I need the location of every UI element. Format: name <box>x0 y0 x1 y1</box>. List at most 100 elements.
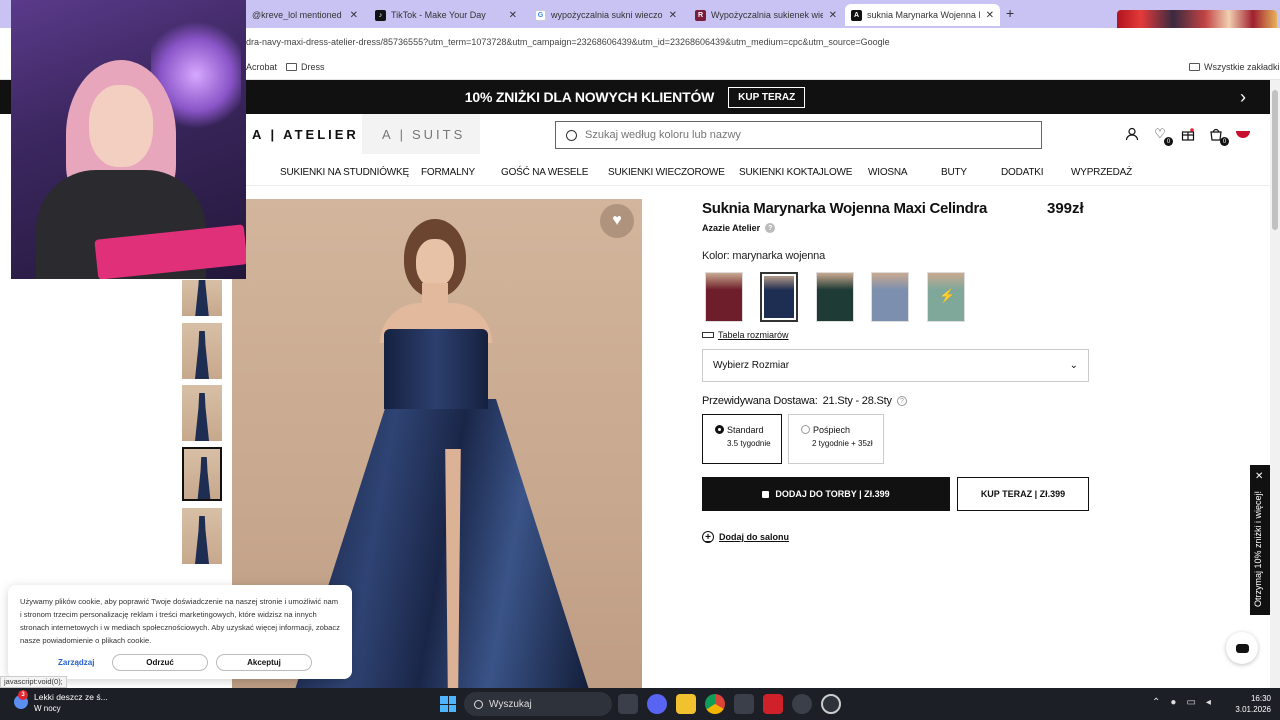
microphone-icon[interactable]: ● <box>1170 697 1176 708</box>
shipping-option-rush[interactable]: Pośpiech 2 tygodnie + 35zł <box>788 414 884 464</box>
scrollbar-thumb[interactable] <box>1272 90 1278 230</box>
bookmark-acrobat[interactable]: Acrobat <box>246 62 277 72</box>
favorite-heart-button[interactable]: ♥ <box>600 204 634 238</box>
thumbnail-selected[interactable] <box>182 447 222 501</box>
shipping-name: Standard <box>727 425 764 435</box>
taskbar-search[interactable]: Wyszukaj <box>464 692 612 716</box>
cookie-accept-button[interactable]: Akceptuj <box>216 654 312 671</box>
cookie-text: Używamy plików cookie, aby poprawić Twoj… <box>20 597 340 645</box>
chat-button[interactable] <box>1226 632 1258 664</box>
nav-wedding-guest[interactable]: GOŚĆ NA WESELE <box>501 167 588 178</box>
tab-title: @kreve_lol mentioned you <box>252 10 344 20</box>
nav-spring[interactable]: WIOSNA <box>868 167 908 178</box>
close-tab-icon[interactable]: ✕ <box>509 10 517 21</box>
chrome-icon[interactable] <box>705 694 725 714</box>
chevron-right-icon[interactable]: › <box>1240 87 1246 108</box>
plus-circle-icon: + <box>702 531 714 543</box>
file-explorer-icon[interactable] <box>676 694 696 714</box>
new-tab-button[interactable]: + <box>1006 5 1014 21</box>
weather-icon: 3 <box>14 690 28 709</box>
chevron-up-icon[interactable]: ⌃ <box>1152 697 1160 708</box>
bookmark-all[interactable]: Wszystkie zakładki <box>1189 62 1280 72</box>
poland-flag-icon[interactable] <box>1236 130 1250 138</box>
promo-buy-button[interactable]: KUP TERAZ <box>728 86 806 108</box>
add-to-bag-label: DODAJ DO TORBY | Zł.399 <box>775 489 890 499</box>
browser-tab-tiktok[interactable]: ♪ TikTok - Make Your Day ✕ <box>369 4 523 26</box>
thumbnail[interactable] <box>182 323 222 379</box>
weather-widget[interactable]: 3 Lekki deszcz ze ś... W nocy <box>14 690 108 713</box>
speaker-icon[interactable]: ◂ <box>1206 697 1211 708</box>
url-text[interactable]: dra-navy-maxi-dress-atelier-dress/857365… <box>246 37 890 47</box>
nav-shoes[interactable]: BUTY <box>941 167 967 178</box>
help-icon[interactable]: ? <box>896 396 907 406</box>
app-icon[interactable] <box>792 694 812 714</box>
app-icon[interactable] <box>821 694 841 714</box>
product-price: 399zł <box>1047 200 1084 217</box>
search-icon <box>566 129 577 141</box>
add-to-salon-link[interactable]: + Dodaj do salonu <box>702 531 789 543</box>
browser-tab-rental[interactable]: R Wypożyczalnia sukienek wieczo ✕ <box>689 4 843 26</box>
nav-formal[interactable]: FORMALNY <box>421 167 475 178</box>
windows-start-icon[interactable] <box>440 696 456 712</box>
cart-count-badge: 0 <box>1220 137 1229 146</box>
close-tab-icon[interactable]: ✕ <box>669 10 677 21</box>
cookie-reject-button[interactable]: Odrzuć <box>112 654 208 671</box>
buy-now-button[interactable]: KUP TERAZ | Zł.399 <box>957 477 1089 511</box>
close-icon[interactable]: ✕ <box>1255 471 1263 482</box>
taskbar-clock[interactable]: 16:30 3.01.2026 <box>1233 693 1271 715</box>
brand-suits-tab[interactable]: A | SUITS <box>362 114 480 154</box>
user-icon[interactable] <box>1124 126 1140 142</box>
bookmark-dress[interactable]: Dress <box>286 62 325 72</box>
clock-date: 3.01.2026 <box>1235 705 1271 714</box>
display-icon[interactable]: ▭ <box>1186 697 1195 708</box>
close-tab-icon[interactable]: ✕ <box>986 10 994 21</box>
nav-sale[interactable]: WYPRZEDAŻ <box>1071 167 1132 178</box>
search-icon <box>474 699 483 709</box>
nav-cocktail[interactable]: SUKIENKI KOKTAJLOWE <box>739 167 852 178</box>
thumbnail[interactable] <box>182 508 222 564</box>
shipping-option-standard[interactable]: Standard 3.5 tygodnie <box>702 414 782 464</box>
side-discount-tab[interactable]: ✕ Otrzymaj 10% zniżki i więcej! <box>1250 465 1270 615</box>
size-select[interactable]: Wybierz Rozmiar ⌄ <box>702 349 1089 382</box>
close-tab-icon[interactable]: ✕ <box>350 10 358 21</box>
color-swatch-dark-green[interactable] <box>816 272 854 322</box>
bag-icon[interactable]: 0 <box>1208 126 1229 146</box>
help-icon[interactable]: ? <box>765 223 776 233</box>
cookie-manage-link[interactable]: Zarządzaj <box>58 658 104 667</box>
browser-tab-x[interactable]: @kreve_lol mentioned you ✕ <box>246 4 364 26</box>
nav-prom[interactable]: SUKIENKI NA STUDNIÓWKĘ <box>280 167 409 178</box>
size-chart-link[interactable]: Tabela rozmiarów <box>702 330 789 340</box>
wishlist-icon[interactable]: ♡ 0 <box>1152 126 1173 146</box>
color-swatch-dusty-blue[interactable] <box>871 272 909 322</box>
tiktok-icon: ♪ <box>375 9 386 21</box>
delivery-estimate: Przewidywana Dostawa: 21.Sty - 28.Sty ? <box>702 395 907 407</box>
search-input[interactable] <box>585 129 1005 141</box>
brand-atelier-tab[interactable]: A | ATELIER <box>246 114 362 154</box>
nav-accessories[interactable]: DODATKI <box>1001 167 1044 178</box>
radio-unselected[interactable] <box>801 425 810 434</box>
thumbnail[interactable] <box>182 280 222 316</box>
gift-icon[interactable] <box>1180 126 1196 142</box>
folder-icon <box>1189 63 1200 71</box>
google-icon: G <box>535 9 546 21</box>
radio-selected[interactable] <box>715 425 724 434</box>
close-tab-icon[interactable]: ✕ <box>829 10 837 21</box>
product-brand: Azazie Atelier ? <box>702 223 776 233</box>
browser-tab-google[interactable]: G wypożyczalnia sukni wieczorow ✕ <box>529 4 683 26</box>
weather-sub: W nocy <box>34 704 61 713</box>
app-icon[interactable] <box>734 694 754 714</box>
search-box[interactable] <box>555 121 1042 149</box>
page-scrollbar[interactable] <box>1270 80 1280 688</box>
app-icon[interactable] <box>763 694 783 714</box>
color-swatch-navy[interactable] <box>760 272 798 322</box>
weather-title: Lekki deszcz ze ś... <box>34 692 108 702</box>
discord-icon[interactable] <box>647 694 667 714</box>
promo-text: 10% ZNIŻKI DLA NOWYCH KLIENTÓW <box>464 89 715 105</box>
browser-tab-active[interactable]: A suknia Marynarka Wojenna Ma ✕ <box>845 4 1000 26</box>
thumbnail[interactable] <box>182 385 222 441</box>
color-swatch-burgundy[interactable] <box>705 272 743 322</box>
color-swatch-sage[interactable]: ⚡ <box>927 272 965 322</box>
add-to-bag-button[interactable]: DODAJ DO TORBY | Zł.399 <box>702 477 950 511</box>
nav-evening[interactable]: SUKIENKI WIECZOROWE <box>608 167 725 178</box>
task-view-icon[interactable] <box>618 694 638 714</box>
